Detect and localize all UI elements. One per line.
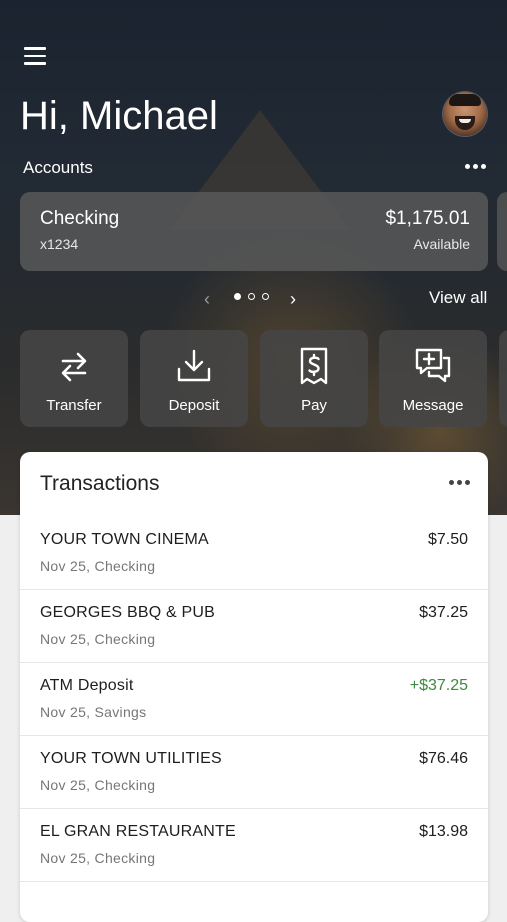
account-balance-label: Available [413,236,470,252]
transaction-row[interactable]: GEORGES BBQ & PUB Nov 25, Checking $37.2… [20,589,488,663]
transaction-amount: $37.25 [419,604,468,621]
message-label: Message [402,397,464,414]
account-number: x1234 [40,236,79,252]
transaction-meta: Nov 25, Checking [40,631,156,647]
view-all-link[interactable]: View all [429,288,487,308]
greeting-title: Hi, Michael [20,94,218,138]
transaction-meta: Nov 25, Checking [40,558,156,574]
deposit-label: Deposit [168,397,220,414]
accounts-label: Accounts [23,158,93,177]
hamburger-menu-icon[interactable] [22,44,48,66]
transaction-description: ATM Deposit [40,677,134,694]
receipt-dollar-icon [300,347,328,385]
pager-dot [248,293,255,300]
transaction-meta: Nov 25, Checking [40,850,156,866]
deposit-button[interactable]: Deposit [140,330,248,427]
transaction-row[interactable]: ATM Deposit Nov 25, Savings +$37.25 [20,662,488,736]
chevron-left-icon[interactable]: ‹ [204,289,210,310]
accounts-more-icon[interactable] [462,156,488,176]
transaction-amount: $7.50 [427,531,468,548]
transactions-card: Transactions YOUR TOWN CINEMA Nov 25, Ch… [20,452,488,922]
account-balance: $1,175.01 [385,208,470,229]
more-actions-button[interactable] [499,330,507,427]
transaction-meta: Nov 25, Checking [40,777,156,793]
transfer-button[interactable]: Transfer [20,330,128,427]
transaction-description: GEORGES BBQ & PUB [40,604,216,621]
transaction-row[interactable]: EL GRAN RESTAURANTE Nov 25, Checking $13… [20,808,488,882]
transaction-amount: +$37.25 [409,677,468,694]
pager-dot-active [234,293,241,300]
transactions-more-icon[interactable] [444,472,474,492]
account-card-checking[interactable]: Checking x1234 $1,175.01 Available [20,192,488,271]
transaction-amount: $76.46 [419,750,468,767]
transaction-meta: Nov 25, Savings [40,704,147,720]
transaction-description: YOUR TOWN CINEMA [40,531,209,548]
transaction-row[interactable]: YOUR TOWN CINEMA Nov 25, Checking $7.50 [20,516,488,590]
transactions-title: Transactions [40,472,160,495]
transfer-arrows-icon [61,352,87,382]
download-tray-icon [177,349,211,382]
chevron-right-icon[interactable]: › [290,289,296,310]
pager-dot [262,293,269,300]
account-name: Checking [40,208,120,229]
transaction-description: EL GRAN RESTAURANTE [40,823,236,840]
transaction-amount: $13.98 [419,823,468,840]
avatar[interactable] [443,92,487,136]
next-account-card[interactable] [497,192,507,271]
message-button[interactable]: Message [379,330,487,427]
transaction-row[interactable]: YOUR TOWN UTILITIES Nov 25, Checking $76… [20,735,488,809]
pay-label: Pay [301,397,327,414]
pay-button[interactable]: Pay [260,330,368,427]
transaction-description: YOUR TOWN UTILITIES [40,750,222,767]
chat-plus-icon [415,348,451,383]
account-pager: ‹ › [200,285,310,311]
transfer-label: Transfer [46,397,102,414]
